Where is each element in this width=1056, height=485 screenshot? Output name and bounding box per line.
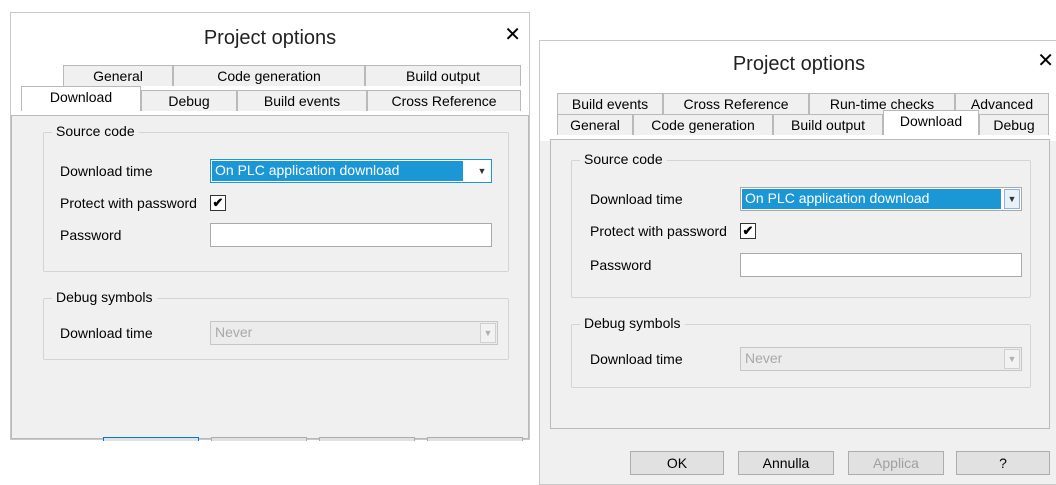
tab-code-generation[interactable]: Code generation (173, 65, 365, 86)
tab-general[interactable]: General (63, 65, 173, 86)
tab-general[interactable]: General (557, 114, 633, 135)
selected-value: Never (745, 350, 783, 366)
password-label: Password (590, 257, 652, 273)
dialog-title: Project options (732, 53, 866, 75)
tab-strip: Build events Cross Reference Run-time ch… (540, 85, 1056, 141)
tab-download[interactable]: Download (883, 110, 979, 135)
close-icon[interactable]: ✕ (504, 25, 521, 45)
source-code-group: Source code Download time On PLC applica… (43, 123, 509, 272)
apply-button[interactable]: Applica (848, 451, 944, 475)
tab-debug[interactable]: Debug (979, 114, 1049, 135)
tab-code-generation[interactable]: Code generation (633, 114, 773, 135)
tab-cross-reference[interactable]: Cross Reference (663, 93, 809, 114)
selected-value: On PLC application download (212, 161, 463, 181)
selected-value: Never (215, 324, 253, 340)
protect-password-checkbox[interactable]: ✔ (740, 223, 756, 239)
tab-debug[interactable]: Debug (141, 90, 237, 111)
debug-download-time-label: Download time (590, 351, 683, 367)
chevron-down-icon[interactable]: ▼ (1004, 189, 1020, 209)
title-bar: Project options ✕ (540, 41, 1056, 85)
protect-password-label: Protect with password (60, 195, 197, 211)
project-options-dialog-left: Project options ✕ General Code generatio… (10, 12, 530, 441)
help-button-partial[interactable] (427, 437, 523, 441)
tab-strip: General Code generation Build output Dow… (11, 57, 529, 119)
tab-cross-reference[interactable]: Cross Reference (367, 90, 521, 111)
selected-value: On PLC application download (742, 189, 1001, 209)
apply-button-partial[interactable] (319, 437, 415, 441)
tab-download[interactable]: Download (21, 86, 141, 111)
source-download-time-select[interactable]: On PLC application download ▼ (210, 159, 492, 183)
close-icon[interactable]: ✕ (1037, 51, 1054, 71)
tab-build-events[interactable]: Build events (557, 93, 663, 114)
debug-symbols-group: Debug symbols Download time Never ▼ (571, 315, 1031, 388)
source-download-time-select[interactable]: On PLC application download ▼ (740, 187, 1022, 211)
password-input[interactable] (210, 223, 492, 247)
debug-download-time-label: Download time (60, 325, 153, 341)
debug-download-time-select: Never ▼ (740, 347, 1022, 371)
password-label: Password (60, 227, 122, 243)
cancel-button[interactable]: Annulla (738, 451, 834, 475)
chevron-down-icon: ▼ (480, 323, 496, 343)
ok-button-partial[interactable] (103, 437, 199, 441)
tab-build-output[interactable]: Build output (773, 114, 883, 135)
debug-symbols-legend: Debug symbols (580, 315, 685, 331)
dialog-title: Project options (203, 27, 337, 49)
source-code-legend: Source code (580, 151, 667, 167)
tab-build-events[interactable]: Build events (237, 90, 367, 111)
download-time-label: Download time (60, 163, 153, 179)
debug-symbols-legend: Debug symbols (52, 289, 157, 305)
download-tab-panel: Source code Download time On PLC applica… (11, 115, 529, 439)
tab-build-output[interactable]: Build output (365, 65, 521, 86)
button-bar: OK Annulla Applica ? (540, 437, 1056, 485)
chevron-down-icon[interactable]: ▼ (474, 161, 490, 181)
ok-button[interactable]: OK (630, 451, 724, 475)
cancel-button-partial[interactable] (211, 437, 307, 441)
source-code-group: Source code Download time On PLC applica… (571, 151, 1031, 298)
debug-download-time-select: Never ▼ (210, 321, 498, 345)
button-bar-partial (11, 437, 529, 441)
download-time-label: Download time (590, 191, 683, 207)
password-input[interactable] (740, 253, 1022, 277)
protect-password-label: Protect with password (590, 223, 727, 239)
chevron-down-icon: ▼ (1004, 349, 1020, 369)
project-options-dialog-right: Project options ✕ Build events Cross Ref… (539, 40, 1056, 485)
source-code-legend: Source code (52, 123, 139, 139)
title-bar: Project options ✕ (11, 13, 529, 57)
debug-symbols-group: Debug symbols Download time Never ▼ (43, 289, 509, 360)
download-tab-panel: Source code Download time On PLC applica… (550, 139, 1050, 429)
protect-password-checkbox[interactable]: ✔ (210, 195, 226, 211)
help-button[interactable]: ? (956, 451, 1050, 475)
